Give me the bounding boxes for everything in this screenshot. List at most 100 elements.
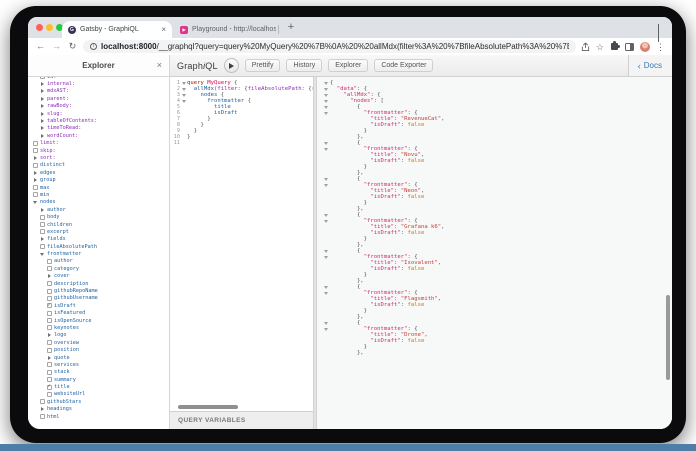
field-checkbox[interactable] bbox=[46, 340, 52, 345]
extensions-puzzle-icon[interactable] bbox=[611, 43, 618, 50]
expand-arrow-icon[interactable] bbox=[39, 119, 45, 123]
explorer-item-stack[interactable]: stack bbox=[28, 369, 169, 376]
expand-arrow-icon[interactable] bbox=[46, 274, 52, 278]
explorer-item-max[interactable]: max bbox=[28, 184, 169, 191]
expand-arrow-icon[interactable] bbox=[39, 104, 45, 108]
explorer-item-internal[interactable]: internal: bbox=[28, 80, 169, 87]
field-checkbox[interactable] bbox=[39, 229, 45, 234]
expand-arrow-icon[interactable] bbox=[32, 201, 38, 204]
tab-search-chevron-icon[interactable] bbox=[658, 24, 664, 30]
field-checkbox[interactable] bbox=[46, 318, 52, 323]
explorer-item-limit[interactable]: limit: bbox=[28, 140, 169, 147]
explorer-item-excerpt[interactable]: excerpt bbox=[28, 228, 169, 235]
bookmark-star-icon[interactable]: ☆ bbox=[596, 42, 604, 52]
explorer-item-quote[interactable]: quote bbox=[28, 354, 169, 361]
tab-gatsby-graphiql[interactable]: G Gatsby - GraphiQL × bbox=[62, 21, 172, 38]
expand-arrow-icon[interactable] bbox=[39, 82, 45, 86]
explorer-item-frontmatter[interactable]: frontmatter bbox=[28, 250, 169, 257]
explorer-item-title[interactable]: ✓title bbox=[28, 383, 169, 390]
explorer-item-isFeatured[interactable]: isFeatured bbox=[28, 310, 169, 317]
explorer-toggle-button[interactable]: Explorer bbox=[328, 59, 368, 72]
explorer-close-icon[interactable]: × bbox=[157, 61, 162, 70]
explorer-item-category[interactable]: category bbox=[28, 265, 169, 272]
explorer-item-wordCount[interactable]: wordCount: bbox=[28, 132, 169, 139]
scrollbar-thumb[interactable] bbox=[178, 405, 238, 409]
field-checkbox[interactable] bbox=[46, 259, 52, 264]
field-checkbox[interactable] bbox=[46, 377, 52, 382]
expand-arrow-icon[interactable] bbox=[39, 237, 45, 241]
explorer-item-services[interactable]: services bbox=[28, 361, 169, 368]
explorer-item-keynotes[interactable]: keynotes bbox=[28, 324, 169, 331]
field-checkbox[interactable] bbox=[46, 362, 52, 367]
back-button[interactable]: ← bbox=[35, 41, 46, 52]
expand-arrow-icon[interactable] bbox=[39, 208, 45, 212]
explorer-item-githubUsername[interactable]: githubUsername bbox=[28, 295, 169, 302]
explorer-item-summary[interactable]: summary bbox=[28, 376, 169, 383]
query-variables-bar[interactable]: QUERY VARIABLES bbox=[170, 411, 313, 429]
field-checkbox[interactable] bbox=[46, 392, 52, 397]
field-checkbox[interactable] bbox=[32, 192, 38, 197]
explorer-item-timeToRead[interactable]: timeToRead: bbox=[28, 125, 169, 132]
execute-query-button[interactable] bbox=[224, 58, 239, 73]
explorer-item-parent[interactable]: parent: bbox=[28, 95, 169, 102]
expand-arrow-icon[interactable] bbox=[39, 97, 45, 101]
field-checkbox[interactable] bbox=[39, 244, 45, 249]
docs-toggle[interactable]: ‹ Docs bbox=[628, 55, 672, 76]
explorer-item-cover[interactable]: cover bbox=[28, 273, 169, 280]
explorer-item-githubStars[interactable]: githubStars bbox=[28, 398, 169, 405]
explorer-item-distinct[interactable]: distinct bbox=[28, 162, 169, 169]
query-editor-pane[interactable]: 1query MyQuery {2 allMdx(filter: {fileAb… bbox=[170, 77, 313, 429]
field-checkbox[interactable] bbox=[46, 370, 52, 375]
explorer-item-fileAbsolutePath[interactable]: fileAbsolutePath bbox=[28, 243, 169, 250]
expand-arrow-icon[interactable] bbox=[39, 89, 45, 93]
expand-arrow-icon[interactable] bbox=[39, 253, 45, 256]
field-checkbox[interactable] bbox=[39, 414, 45, 419]
expand-arrow-icon[interactable] bbox=[46, 333, 52, 337]
explorer-item-isOpenSource[interactable]: isOpenSource bbox=[28, 317, 169, 324]
expand-arrow-icon[interactable] bbox=[46, 356, 52, 360]
field-checkbox[interactable] bbox=[46, 281, 52, 286]
explorer-item-skip[interactable]: skip: bbox=[28, 147, 169, 154]
site-info-icon[interactable]: i bbox=[90, 43, 97, 50]
explorer-item-websiteUrl[interactable]: websiteUrl bbox=[28, 391, 169, 398]
field-checkbox[interactable] bbox=[46, 311, 52, 316]
explorer-item-logo[interactable]: logo bbox=[28, 332, 169, 339]
explorer-item-body[interactable]: body bbox=[28, 213, 169, 220]
field-checkbox[interactable] bbox=[46, 348, 52, 353]
explorer-item-min[interactable]: min bbox=[28, 191, 169, 198]
explorer-item-isDraft[interactable]: ✓isDraft bbox=[28, 302, 169, 309]
profile-avatar[interactable] bbox=[640, 42, 650, 52]
field-checkbox[interactable] bbox=[39, 399, 45, 404]
expand-arrow-icon[interactable] bbox=[39, 112, 45, 116]
field-checkbox[interactable] bbox=[46, 296, 52, 301]
field-checkbox[interactable] bbox=[32, 148, 38, 153]
field-checkbox[interactable] bbox=[46, 325, 52, 330]
field-checkbox[interactable] bbox=[32, 141, 38, 146]
field-checkbox[interactable] bbox=[32, 163, 38, 168]
explorer-item-mdxAST[interactable]: mdxAST: bbox=[28, 88, 169, 95]
explorer-item-slug[interactable]: slug: bbox=[28, 110, 169, 117]
query-editor-lines[interactable]: 1query MyQuery {2 allMdx(filter: {fileAb… bbox=[170, 77, 313, 403]
expand-arrow-icon[interactable] bbox=[39, 126, 45, 130]
expand-arrow-icon[interactable] bbox=[39, 407, 45, 411]
explorer-item-author[interactable]: author bbox=[28, 206, 169, 213]
expand-arrow-icon[interactable] bbox=[32, 178, 38, 182]
share-icon[interactable] bbox=[581, 42, 590, 52]
forward-button[interactable]: → bbox=[51, 41, 62, 52]
explorer-item-edges[interactable]: edges bbox=[28, 169, 169, 176]
results-scrollbar-thumb[interactable] bbox=[666, 295, 670, 380]
browser-menu-kebab-icon[interactable]: ⋮ bbox=[656, 42, 665, 52]
side-panel-icon[interactable] bbox=[625, 43, 634, 51]
field-checkbox[interactable] bbox=[39, 215, 45, 220]
field-checkbox[interactable] bbox=[39, 222, 45, 227]
traffic-light-minimize-button[interactable] bbox=[46, 24, 53, 31]
explorer-item-nodes[interactable]: nodes bbox=[28, 199, 169, 206]
field-checkbox[interactable] bbox=[32, 185, 38, 190]
expand-arrow-icon[interactable] bbox=[39, 134, 45, 138]
expand-arrow-icon[interactable] bbox=[32, 171, 38, 175]
tab-close-icon[interactable]: × bbox=[161, 26, 166, 34]
explorer-item-tableOfContents[interactable]: tableOfContents: bbox=[28, 117, 169, 124]
expand-arrow-icon[interactable] bbox=[32, 156, 38, 160]
explorer-item-description[interactable]: description bbox=[28, 280, 169, 287]
reload-button[interactable]: ↻ bbox=[67, 41, 78, 52]
